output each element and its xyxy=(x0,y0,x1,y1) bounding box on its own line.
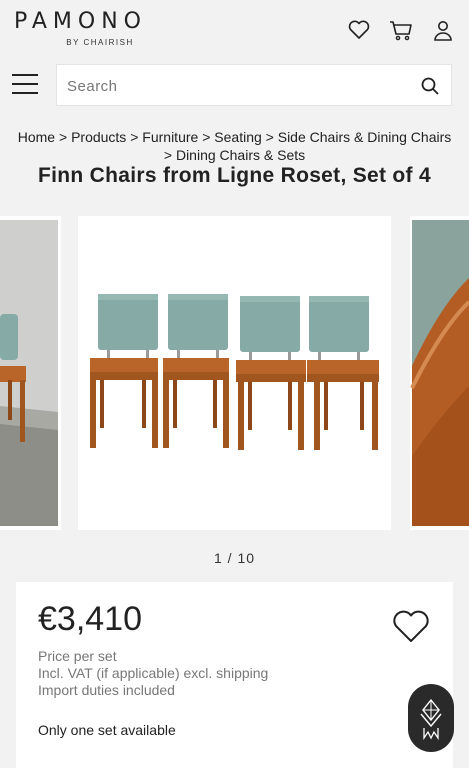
main-product-image[interactable] xyxy=(78,216,391,530)
breadcrumb-separator: > xyxy=(163,147,173,163)
logo-subtitle: BY CHAIRISH xyxy=(66,38,134,47)
user-icon[interactable] xyxy=(431,18,455,42)
search-row xyxy=(0,62,469,108)
breadcrumb-furniture[interactable]: Furniture xyxy=(142,129,198,145)
breadcrumb-dining-sets[interactable]: Dining Chairs & Sets xyxy=(176,147,305,163)
breadcrumb-separator: > xyxy=(130,129,139,145)
search-icon[interactable] xyxy=(421,77,439,95)
breadcrumb-seating[interactable]: Seating xyxy=(214,129,261,145)
price-notes: Price per set Incl. VAT (if applicable) … xyxy=(38,648,268,699)
header-icons xyxy=(347,18,455,42)
logo-wordmark: PAMONO xyxy=(14,9,147,34)
breadcrumb-separator: > xyxy=(58,129,68,145)
favorite-heart-icon[interactable] xyxy=(391,608,431,644)
image-counter: 1 / 10 xyxy=(213,550,256,566)
product-title: Finn Chairs from Ligne Roset, Set of 4 xyxy=(38,164,431,187)
price-card: €3,410 Price per set Incl. VAT (if appli… xyxy=(16,582,453,768)
next-image[interactable] xyxy=(410,216,469,530)
breadcrumb-home[interactable]: Home xyxy=(18,129,55,145)
duties-note: Import duties included xyxy=(38,682,175,698)
breadcrumb: Home > Products > Furniture > Seating > … xyxy=(14,128,455,164)
price-per-set-note: Price per set xyxy=(38,648,117,664)
breadcrumb-products[interactable]: Products xyxy=(71,129,126,145)
vat-note: Incl. VAT (if applicable) excl. shipping xyxy=(38,665,269,681)
availability-text: Only one set available xyxy=(38,722,176,738)
breadcrumb-side-chairs[interactable]: Side Chairs & Dining Chairs xyxy=(278,129,452,145)
product-price: €3,410 xyxy=(38,600,142,638)
hamburger-menu-icon[interactable] xyxy=(12,72,40,96)
breadcrumb-separator: > xyxy=(265,129,274,145)
breadcrumb-separator: > xyxy=(202,129,211,145)
header: PAMONO BY CHAIRISH xyxy=(0,0,469,56)
search-box xyxy=(56,64,452,106)
chat-badge-icon[interactable] xyxy=(408,684,454,752)
previous-image[interactable] xyxy=(0,216,61,530)
image-carousel[interactable] xyxy=(0,216,469,530)
cart-icon[interactable] xyxy=(389,18,413,42)
search-input[interactable] xyxy=(67,75,407,97)
pamono-logo[interactable]: PAMONO BY CHAIRISH xyxy=(14,10,176,48)
heart-icon[interactable] xyxy=(347,18,371,42)
